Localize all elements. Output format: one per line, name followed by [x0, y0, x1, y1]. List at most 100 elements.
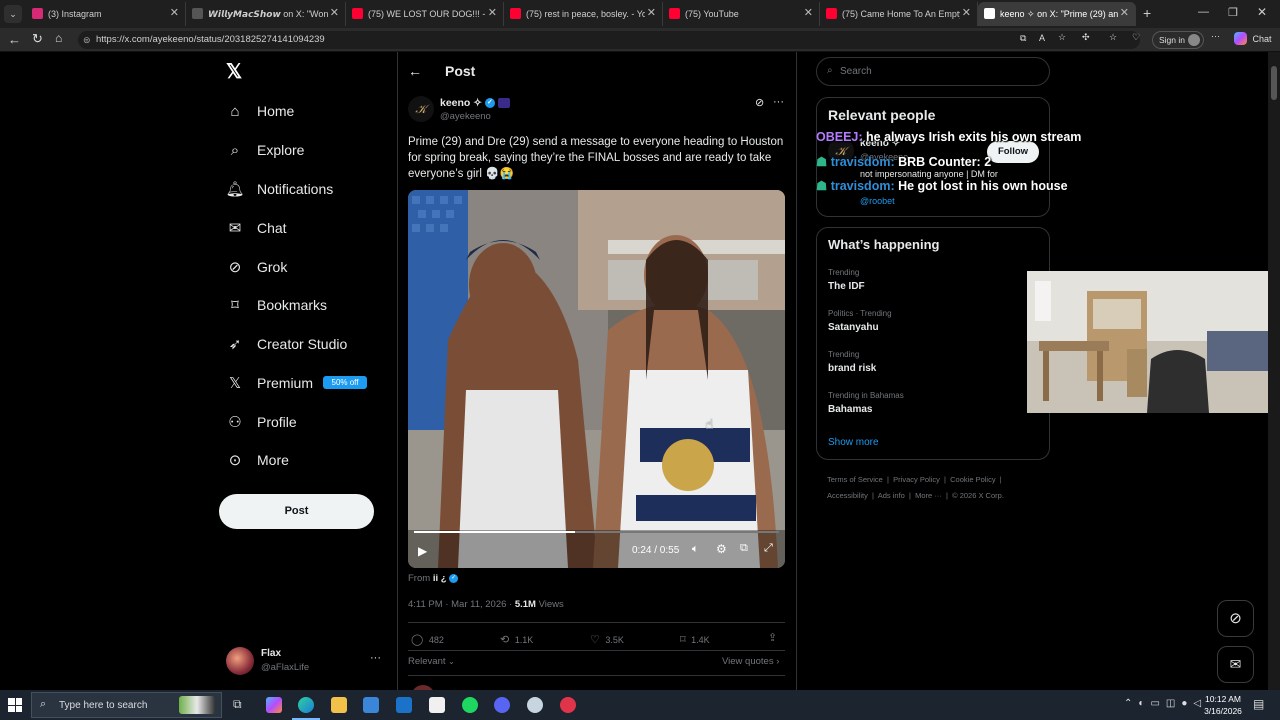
view-quotes-link[interactable]: View quotes › — [722, 656, 779, 667]
footer-privacy[interactable]: Privacy Policy — [893, 475, 940, 484]
address-bar-input[interactable]: ⊜ https://x.com/ayekeeno/status/20318252… — [78, 31, 1140, 49]
spotify-app-icon[interactable] — [462, 697, 478, 713]
footer-more[interactable]: More ··· — [915, 491, 942, 500]
post-button[interactable]: Post — [219, 494, 374, 529]
task-view-icon[interactable]: ⧉ — [233, 697, 242, 712]
browser-tab[interactable]: 𝙒𝙞𝙡𝙡𝙮𝙈𝙖𝙘𝙎𝙝𝙤𝙬 on X: "Wonde ✕ — [186, 2, 346, 26]
footer-accessibility[interactable]: Accessibility — [827, 491, 868, 500]
copilot-app-icon[interactable] — [266, 697, 282, 713]
discord-app-icon[interactable] — [494, 697, 510, 713]
account-more-icon[interactable]: ··· — [370, 652, 381, 664]
steam-app-icon[interactable] — [527, 697, 543, 713]
close-tab-icon[interactable]: ✕ — [170, 6, 179, 19]
play-icon[interactable]: ▶ — [418, 544, 427, 558]
sign-in-button[interactable]: Sign in — [1152, 31, 1204, 49]
video-progress-track[interactable] — [414, 531, 779, 533]
sidebar-item-notifications[interactable]: 🔔︎ Notifications — [225, 176, 333, 202]
show-more-link[interactable]: Show more — [828, 437, 879, 448]
clock[interactable]: 10:12 AM 3/16/2026 — [1203, 693, 1243, 717]
notepad-app-icon[interactable] — [429, 697, 445, 713]
home-browser-icon[interactable]: ⌂ — [55, 31, 62, 45]
copilot-chat-button[interactable]: Chat — [1234, 32, 1272, 45]
sidebar-item-profile[interactable]: ⚇ Profile — [226, 409, 296, 435]
reply-button[interactable]: ◯ 482 — [411, 633, 444, 646]
sidebar-item-home[interactable]: ⌂ Home — [226, 98, 294, 124]
messages-floating-button[interactable]: ✉︎ — [1217, 646, 1254, 683]
sidebar-item-premium[interactable]: 𝕏 Premium — [226, 370, 313, 396]
browser-tab[interactable]: (75) YouTube ✕ — [663, 2, 820, 26]
trend-item[interactable]: Trending brand risk — [828, 350, 1038, 374]
author-name-row[interactable]: keeno ✧ ✓ — [440, 97, 510, 109]
store-app-icon[interactable] — [363, 697, 379, 713]
sidebar-item-chat[interactable]: ✉︎ Chat — [226, 215, 287, 241]
account-switcher[interactable]: Flax @aFlaxLife ··· — [226, 647, 386, 675]
tab-actions-menu-button[interactable]: ⌄ — [4, 5, 22, 23]
favorites-icon[interactable]: ☆ — [1109, 32, 1117, 43]
file-explorer-icon[interactable] — [331, 697, 347, 713]
picture-in-picture-icon[interactable]: ⧉ — [740, 542, 748, 555]
close-tab-icon[interactable]: ✕ — [962, 6, 971, 19]
fullscreen-icon[interactable]: ⤢ — [764, 542, 773, 555]
author-handle[interactable]: @ayekeeno — [440, 111, 491, 122]
sidebar-item-more[interactable]: ⊙ More — [226, 447, 289, 473]
windows-start-icon[interactable] — [8, 698, 22, 712]
post-more-icon[interactable]: ··· — [773, 96, 784, 108]
repost-button[interactable]: ⟲ 1.1K — [500, 633, 533, 646]
close-tab-icon[interactable]: ✕ — [488, 6, 497, 19]
extensions-icon[interactable]: ✣ — [1082, 32, 1090, 43]
minimize-button[interactable]: — — [1198, 6, 1209, 18]
maximize-button[interactable]: ❐ — [1228, 6, 1238, 19]
browser-tab[interactable]: (75) WE LOST OUR DOG!!! - YouTu✕ — [346, 2, 504, 26]
trend-item[interactable]: Trending in Bahamas Bahamas — [828, 391, 1038, 415]
sidebar-item-bookmarks[interactable]: ⌑ Bookmarks — [226, 292, 327, 318]
close-tab-icon[interactable]: ✕ — [804, 6, 813, 19]
scrollbar-thumb[interactable] — [1271, 66, 1277, 100]
sidebar-item-grok[interactable]: ⊘ Grok — [226, 254, 288, 280]
post-timestamp[interactable]: 4:11 PM · Mar 11, 2026 · — [408, 599, 512, 610]
person-bio-link[interactable]: @roobet — [860, 196, 895, 206]
obs-app-icon[interactable] — [560, 697, 576, 713]
footer-ads[interactable]: Ads info — [878, 491, 905, 500]
new-tab-button[interactable]: + — [1143, 5, 1151, 21]
close-tab-icon[interactable]: ✕ — [647, 6, 656, 19]
video-settings-icon[interactable]: ⚙︎ — [716, 542, 727, 556]
author-avatar[interactable]: 𝒦 — [408, 96, 434, 122]
mail-app-icon[interactable] — [396, 697, 412, 713]
search-input[interactable]: ⌕ Search — [816, 57, 1050, 86]
favorite-star-icon[interactable]: ☆ — [1058, 32, 1066, 43]
edge-app-icon[interactable] — [298, 697, 314, 713]
browser-tab[interactable]: (75) rest in peace, bosley. - YouTu✕ — [504, 2, 663, 26]
refresh-icon[interactable]: ↻ — [32, 31, 43, 47]
grok-floating-button[interactable]: ⊘ — [1217, 600, 1254, 637]
grok-explain-icon[interactable]: ⊘ — [755, 96, 764, 109]
read-aloud-icon[interactable]: A — [1039, 33, 1045, 43]
page-scrollbar[interactable] — [1268, 52, 1280, 690]
close-tab-icon[interactable]: ✕ — [1120, 6, 1129, 19]
trend-item[interactable]: Trending The IDF — [828, 268, 1038, 292]
close-window-button[interactable]: ✕ — [1257, 5, 1267, 19]
notification-center-icon[interactable]: ▤ — [1253, 697, 1264, 711]
system-tray[interactable]: ⌃◐▭◫●◁ — [1124, 698, 1207, 709]
follow-button[interactable]: Follow — [987, 141, 1039, 163]
back-arrow-icon[interactable]: ← — [408, 63, 422, 79]
footer-terms[interactable]: Terms of Service — [827, 475, 883, 484]
back-icon[interactable]: ← — [8, 32, 21, 47]
split-screen-icon[interactable]: ⧉ — [1020, 33, 1026, 44]
x-logo-icon[interactable]: 𝕏 — [226, 62, 246, 82]
video-player[interactable]: ▶ 0:24 / 0:55 🔈︎ ⚙︎ ⧉ ⤢ — [408, 190, 785, 568]
settings-more-icon[interactable]: ··· — [1211, 31, 1220, 41]
browser-tab[interactable]: keeno ✧ on X: "Prime (29) and Dr✕ — [978, 2, 1136, 26]
browser-tab[interactable]: (3) Instagram ✕ — [26, 2, 186, 26]
footer-cookie[interactable]: Cookie Policy — [950, 475, 995, 484]
browser-essentials-icon[interactable]: ♡ — [1132, 32, 1140, 43]
close-tab-icon[interactable]: ✕ — [330, 6, 339, 19]
share-icon[interactable]: ⇪ — [768, 631, 777, 644]
taskbar-search-input[interactable]: ⌕ Type here to search — [31, 692, 222, 718]
trend-item[interactable]: Politics · Trending Satanyahu — [828, 309, 1038, 333]
volume-icon[interactable]: 🔈︎ — [692, 543, 699, 556]
chevron-up-icon[interactable]: ⌃ — [1124, 698, 1138, 709]
sidebar-item-explore[interactable]: ⌕ Explore — [226, 137, 305, 163]
reply-sort-dropdown[interactable]: Relevant ⌄ — [408, 656, 455, 667]
browser-tab[interactable]: (75) Came Home To An Empty Ho✕ — [820, 2, 978, 26]
like-button[interactable]: ♡ 3.5K — [590, 633, 624, 646]
